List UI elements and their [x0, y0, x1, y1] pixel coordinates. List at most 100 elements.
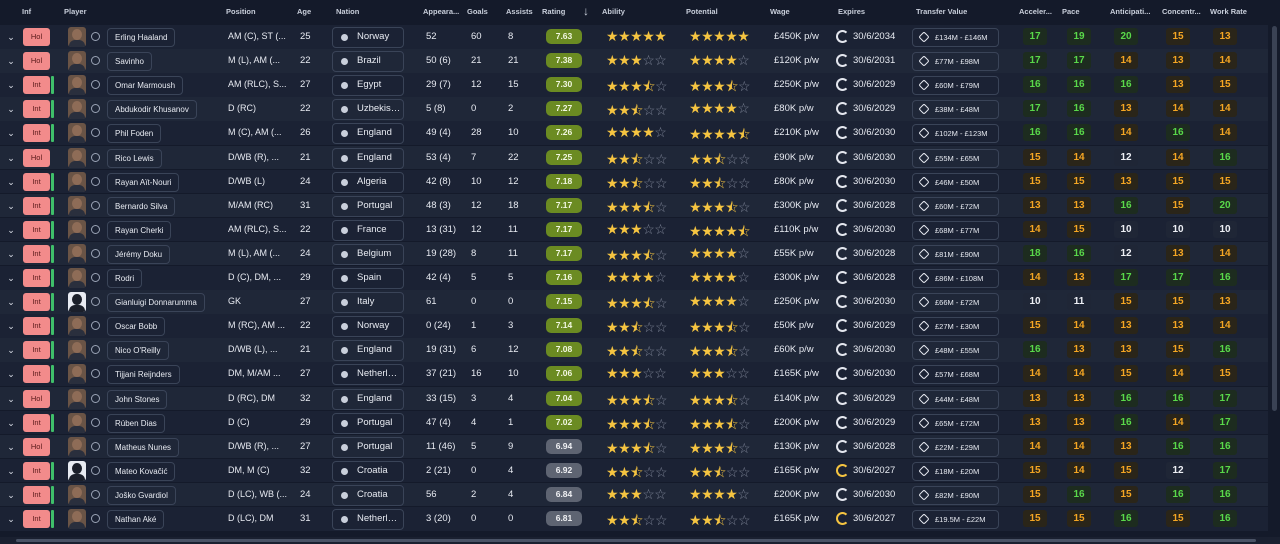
player-name[interactable]: John Stones: [107, 389, 168, 409]
player-name[interactable]: Abdukodir Khusanov: [107, 100, 197, 120]
shortlist-icon[interactable]: [91, 224, 100, 234]
inf-badge[interactable]: Int: [23, 244, 50, 263]
table-row[interactable]: ⌄ Hol Erling Haaland AM (C), ST (... 25 …: [0, 25, 1268, 50]
inf-badge[interactable]: Hol: [23, 52, 50, 71]
player-name[interactable]: Mateo Kovačić: [107, 461, 176, 481]
transfer-value-chip[interactable]: £82M - £90M: [912, 485, 999, 505]
chevron-down-icon[interactable]: ⌄: [5, 248, 17, 260]
player-name[interactable]: Rúben Dias: [107, 413, 165, 433]
table-row[interactable]: ⌄ Int Rayan Aït-Nouri D/WB (L) 24 Algeri…: [0, 169, 1268, 195]
col-wage[interactable]: Wage: [770, 7, 790, 16]
table-row[interactable]: ⌄ Int Rayan Cherki AM (RLC), S... 22 Fra…: [0, 217, 1268, 243]
transfer-value-chip[interactable]: £55M - £65M: [912, 148, 999, 168]
shortlist-icon[interactable]: [91, 417, 100, 427]
inf-badge[interactable]: Int: [23, 100, 50, 119]
nation-chip[interactable]: Spain: [332, 268, 404, 289]
transfer-value-chip[interactable]: £22M - £29M: [912, 437, 999, 457]
chevron-down-icon[interactable]: ⌄: [5, 513, 17, 525]
chevron-down-icon[interactable]: ⌄: [5, 103, 17, 115]
shortlist-icon[interactable]: [91, 104, 100, 114]
nation-chip[interactable]: Norway: [332, 316, 404, 338]
col-rating[interactable]: Rating: [542, 7, 565, 16]
transfer-value-chip[interactable]: £60M - £72M: [912, 196, 999, 216]
table-row[interactable]: ⌄ Int Phil Foden M (C), AM (... 26 Engla…: [0, 121, 1268, 146]
nation-chip[interactable]: England: [332, 147, 404, 169]
sort-down-arrow-icon[interactable]: ↓: [583, 4, 589, 18]
col-pace[interactable]: Pace: [1062, 7, 1080, 16]
inf-badge[interactable]: Hol: [23, 28, 50, 46]
table-row[interactable]: ⌄ Int Nico O'Reilly D/WB (L), ... 21 Eng…: [0, 338, 1268, 363]
nation-chip[interactable]: Belgium: [332, 243, 404, 265]
inf-badge[interactable]: Hol: [23, 389, 50, 408]
vertical-scrollbar[interactable]: [1272, 26, 1277, 411]
transfer-value-chip[interactable]: £19.5M - £22M: [912, 510, 999, 529]
transfer-value-chip[interactable]: £102M - £123M: [912, 124, 999, 144]
inf-badge[interactable]: Int: [23, 76, 50, 95]
chevron-down-icon[interactable]: ⌄: [5, 320, 17, 332]
chevron-down-icon[interactable]: ⌄: [5, 55, 17, 67]
player-name[interactable]: Erling Haaland: [107, 28, 176, 47]
col-transfer-value[interactable]: Transfer Value: [916, 7, 967, 16]
transfer-value-chip[interactable]: £66M - £72M: [912, 293, 999, 313]
inf-badge[interactable]: Int: [23, 485, 50, 504]
nation-chip[interactable]: Egypt: [332, 75, 404, 97]
col-concentration[interactable]: Concentr...: [1162, 7, 1201, 16]
chevron-down-icon[interactable]: ⌄: [5, 465, 17, 477]
shortlist-icon[interactable]: [91, 465, 100, 475]
shortlist-icon[interactable]: [91, 176, 100, 186]
col-inf[interactable]: Inf: [22, 7, 31, 16]
transfer-value-chip[interactable]: £44M - £48M: [912, 389, 999, 409]
col-age[interactable]: Age: [297, 7, 311, 16]
transfer-value-chip[interactable]: £77M - £98M: [912, 52, 999, 72]
chevron-down-icon[interactable]: ⌄: [5, 393, 17, 405]
player-name[interactable]: Tijjani Reijnders: [107, 365, 180, 385]
col-anticipation[interactable]: Anticipati...: [1110, 7, 1150, 16]
nation-chip[interactable]: Netherlan...: [332, 364, 404, 386]
transfer-value-chip[interactable]: £48M - £55M: [912, 341, 999, 361]
table-row[interactable]: ⌄ Int Abdukodir Khusanov D (RC) 22 Uzbek…: [0, 97, 1268, 122]
chevron-down-icon[interactable]: ⌄: [5, 272, 17, 284]
transfer-value-chip[interactable]: £81M - £90M: [912, 244, 999, 264]
table-row[interactable]: ⌄ Int Omar Marmoush AM (RLC), S... 27 Eg…: [0, 73, 1268, 98]
shortlist-icon[interactable]: [91, 200, 100, 210]
transfer-value-chip[interactable]: £46M - £50M: [912, 172, 999, 192]
shortlist-icon[interactable]: [91, 489, 100, 499]
chevron-down-icon[interactable]: ⌄: [5, 441, 17, 453]
player-name[interactable]: Jérémy Doku: [107, 244, 171, 264]
player-name[interactable]: Rayan Cherki: [107, 220, 172, 240]
shortlist-icon[interactable]: [91, 248, 100, 258]
transfer-value-chip[interactable]: £86M - £108M: [912, 269, 999, 288]
player-name[interactable]: Rico Lewis: [107, 148, 162, 168]
shortlist-icon[interactable]: [91, 321, 100, 331]
horizontal-scrollbar-thumb[interactable]: [16, 539, 1256, 542]
inf-badge[interactable]: Int: [23, 413, 50, 432]
transfer-value-chip[interactable]: £27M - £30M: [912, 317, 999, 337]
transfer-value-chip[interactable]: £68M - £77M: [912, 220, 999, 240]
player-name[interactable]: Nathan Aké: [107, 510, 165, 529]
col-expires[interactable]: Expires: [838, 7, 865, 16]
shortlist-icon[interactable]: [91, 152, 100, 162]
table-row[interactable]: ⌄ Hol Rico Lewis D/WB (R), ... 21 Englan…: [0, 145, 1268, 170]
chevron-down-icon[interactable]: ⌄: [5, 224, 17, 236]
transfer-value-chip[interactable]: £60M - £79M: [912, 76, 999, 96]
nation-chip[interactable]: Uzbekistan: [332, 99, 404, 121]
col-position[interactable]: Position: [226, 7, 256, 16]
table-row[interactable]: ⌄ Int Joško Gvardiol D (LC), WB (... 24 …: [0, 482, 1268, 508]
nation-chip[interactable]: Italy: [332, 292, 404, 314]
chevron-down-icon[interactable]: ⌄: [5, 176, 17, 188]
table-row[interactable]: ⌄ Int Tijjani Reijnders DM, M/AM ... 27 …: [0, 362, 1268, 387]
inf-badge[interactable]: Int: [23, 510, 50, 528]
shortlist-icon[interactable]: [91, 441, 100, 451]
inf-badge[interactable]: Int: [23, 461, 50, 480]
col-nation[interactable]: Nation: [336, 7, 359, 16]
nation-chip[interactable]: Norway: [332, 27, 404, 48]
nation-chip[interactable]: England: [332, 123, 404, 145]
transfer-value-chip[interactable]: £18M - £20M: [912, 461, 999, 481]
nation-chip[interactable]: Croatia: [332, 460, 404, 482]
shortlist-icon[interactable]: [91, 273, 100, 282]
table-row[interactable]: ⌄ Int Gianluigi Donnarumma GK 27 Italy 6…: [0, 290, 1268, 315]
nation-chip[interactable]: Portugal: [332, 436, 404, 458]
nation-chip[interactable]: Netherlan...: [332, 509, 404, 530]
inf-badge[interactable]: Int: [23, 124, 50, 143]
table-row[interactable]: ⌄ Int Bernardo Silva M/AM (RC) 31 Portug…: [0, 193, 1268, 219]
